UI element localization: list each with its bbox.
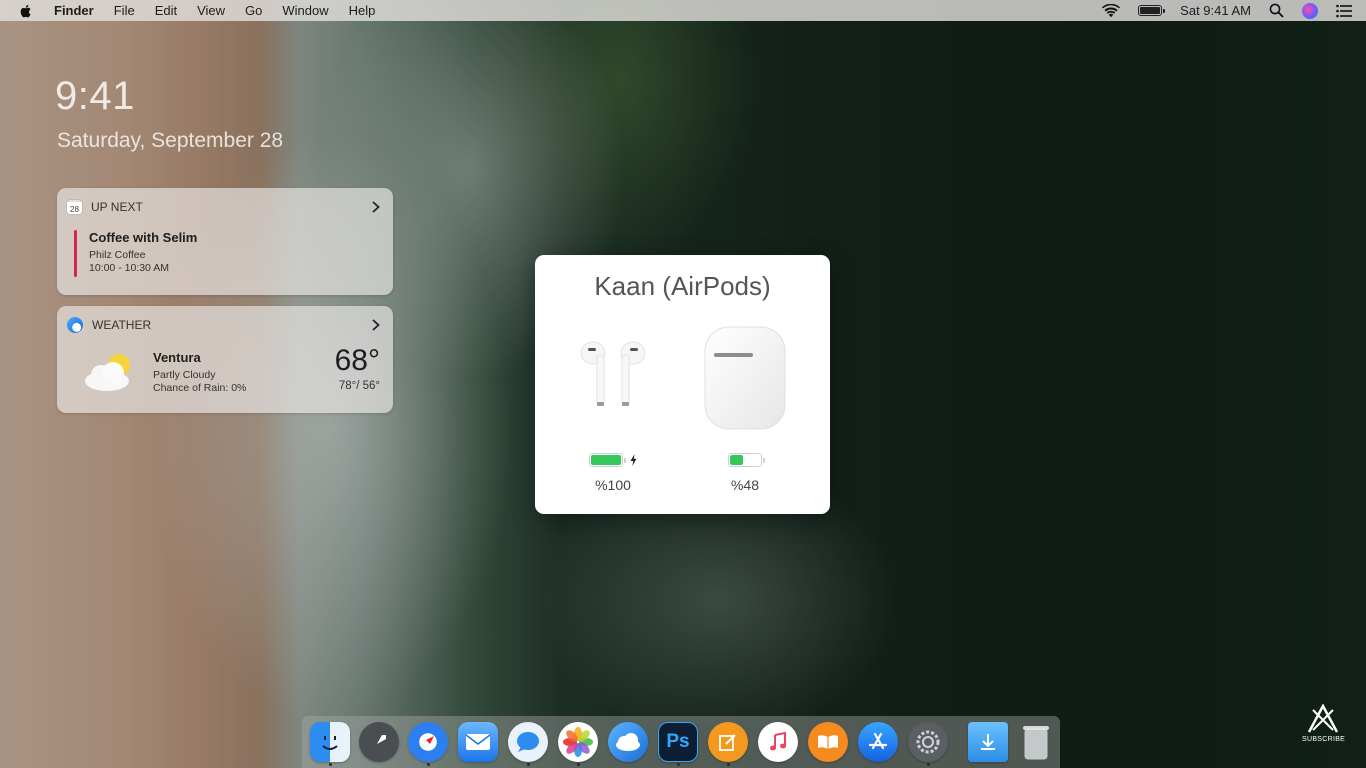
airpods-earbuds: %100 (553, 325, 673, 495)
menu-app-finder[interactable]: Finder (54, 3, 94, 18)
menu-bar: Finder File Edit View Go Window Help Sat… (0, 0, 1366, 21)
itunes-dock-icon[interactable] (758, 722, 798, 762)
dock-running-dot (577, 763, 580, 766)
menu-file[interactable]: File (114, 3, 135, 18)
popup-title: Kaan (AirPods) (594, 271, 771, 301)
event-time: 10:00 - 10:30 AM (89, 262, 169, 274)
event-color-bar (74, 230, 77, 277)
upnext-header-label: UP NEXT (91, 200, 143, 214)
lockscreen-time: 9:41 (55, 74, 135, 118)
dock-separator (959, 724, 960, 760)
siri-icon[interactable] (1302, 2, 1318, 19)
menu-edit[interactable]: Edit (155, 3, 177, 18)
case-battery-row (685, 453, 805, 467)
mail-dock-icon[interactable] (458, 722, 498, 762)
system-preferences-dock-icon[interactable] (908, 722, 948, 762)
weather-widget[interactable]: WEATHER Ventura Partly Cloudy Chance of … (57, 306, 393, 413)
lockscreen-date: Saturday, September 28 (57, 129, 284, 152)
dock-running-dot (427, 763, 430, 766)
dock-running-dot (677, 763, 680, 766)
calendar-icon: 28 (67, 200, 82, 214)
photoshop-icon-label: Ps (666, 731, 690, 752)
airpods-battery-popup[interactable]: Kaan (AirPods) %100 %48 (535, 255, 830, 514)
weather-condition: Partly Cloudy (153, 369, 216, 381)
subscribe-label: SUBSCRIBE (1302, 736, 1346, 743)
event-location: Philz Coffee (89, 249, 146, 261)
weather-header-label: WEATHER (92, 318, 152, 332)
weather-temperature: 68° (334, 344, 380, 377)
messages-dock-icon[interactable] (508, 722, 548, 762)
menu-view[interactable]: View (197, 3, 225, 18)
apple-icon[interactable] (18, 3, 34, 19)
chevron-right-icon[interactable] (369, 199, 383, 215)
earbuds-battery-row (553, 453, 673, 467)
wifi-icon[interactable] (1102, 3, 1121, 18)
dock-running-dot (329, 763, 332, 766)
charging-bolt-icon (630, 454, 637, 466)
dock-running-dot (727, 763, 730, 766)
weather-city: Ventura (153, 350, 201, 365)
dock-running-dot (527, 763, 530, 766)
finder-dock-icon[interactable] (310, 722, 350, 762)
weather-app-icon (67, 317, 83, 333)
earbuds-battery-percent: %100 (595, 477, 631, 493)
notification-center-icon[interactable] (1336, 4, 1352, 18)
battery-icon[interactable] (1138, 5, 1166, 16)
search-icon[interactable] (1269, 3, 1284, 18)
airpods-case-icon (704, 326, 786, 430)
airpods-case: %48 (685, 325, 805, 495)
launchpad-dock-icon[interactable] (359, 722, 399, 762)
upnext-header: 28 UP NEXT (67, 199, 383, 215)
photos-dock-icon[interactable] (558, 722, 598, 762)
weather-dock-icon[interactable] (608, 722, 648, 762)
dock-running-dot (927, 763, 930, 766)
upnext-widget[interactable]: 28 UP NEXT Coffee with Selim Philz Coffe… (57, 188, 393, 295)
event-title: Coffee with Selim (89, 230, 198, 245)
airpods-earbuds-icon (580, 341, 646, 406)
trash-dock-icon[interactable] (1016, 722, 1056, 762)
menu-window[interactable]: Window (282, 3, 328, 18)
menu-go[interactable]: Go (245, 3, 262, 18)
dock: Ps (302, 716, 1060, 768)
pages-dock-icon[interactable] (708, 722, 748, 762)
app-store-dock-icon[interactable] (858, 722, 898, 762)
safari-dock-icon[interactable] (408, 722, 448, 762)
photoshop-dock-icon[interactable]: Ps (658, 722, 698, 762)
weather-header: WEATHER (67, 317, 383, 333)
weather-high-low: 78°/ 56° (338, 380, 380, 392)
weather-rain-chance: Chance of Rain: 0% (153, 382, 247, 394)
earbuds-battery-icon (589, 453, 626, 467)
channel-logo-icon (1307, 703, 1339, 733)
downloads-folder-dock-icon[interactable] (968, 722, 1008, 762)
chevron-right-icon[interactable] (369, 317, 383, 333)
case-battery-icon (728, 453, 765, 467)
books-dock-icon[interactable] (808, 722, 848, 762)
subscribe-watermark[interactable]: SUBSCRIBE (1302, 703, 1346, 744)
menubar-clock[interactable]: Sat 9:41 AM (1180, 3, 1251, 18)
menu-help[interactable]: Help (349, 3, 376, 18)
case-battery-percent: %48 (730, 477, 760, 493)
partly-cloudy-icon (85, 354, 130, 391)
